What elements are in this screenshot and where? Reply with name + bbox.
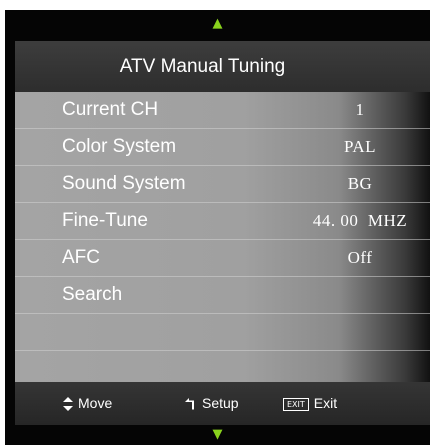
exit-hint[interactable]: EXIT Exit [283, 382, 337, 425]
move-label: Move [78, 395, 113, 411]
menu-item-value: PAL [343, 137, 377, 156]
arrow-up-icon[interactable]: ▲ [5, 12, 430, 36]
menu-item-color-system[interactable]: Color System PAL [15, 129, 430, 166]
menu-list: Current CH 1 Color System PAL Sound Syst… [15, 92, 430, 382]
menu-item-afc[interactable]: AFC Off [15, 240, 430, 277]
menu-item-label: Search [62, 284, 123, 305]
menu-item-fine-tune[interactable]: Fine-Tune 44. 00 MHZ [15, 203, 430, 240]
menu-item-value: BG [347, 174, 373, 193]
menu-item-value: 1 [355, 100, 365, 119]
menu-item-value: Off [347, 248, 373, 267]
move-updown-icon [63, 397, 73, 412]
key-hint-bar: Move Setup EXIT Exit [15, 382, 430, 425]
move-hint: Move [63, 382, 112, 425]
menu-item-sound-system[interactable]: Sound System BG [15, 166, 430, 203]
menu-item-label: Fine-Tune [62, 210, 148, 231]
menu-item-label: Sound System [62, 173, 186, 194]
exit-key-icon: EXIT [283, 397, 309, 411]
menu-title-bar: ATV Manual Tuning [15, 41, 430, 92]
setup-return-icon [185, 398, 197, 410]
menu-item-value [305, 277, 415, 313]
menu-item-value: 44. 00 MHZ [312, 211, 408, 230]
menu-item-current-ch[interactable]: Current CH 1 [15, 92, 430, 129]
exit-label: Exit [313, 395, 338, 411]
menu-item-search[interactable]: Search [15, 277, 430, 314]
osd-screen: ▲ ATV Manual Tuning Current CH 1 Color S… [5, 10, 430, 445]
menu-title: ATV Manual Tuning [119, 56, 286, 77]
arrow-down-icon[interactable]: ▼ [5, 425, 430, 445]
setup-label: Setup [202, 395, 239, 411]
menu-item-empty [15, 314, 430, 351]
menu-item-label: AFC [62, 247, 100, 268]
tuning-panel: ATV Manual Tuning Current CH 1 Color Sys… [15, 41, 430, 425]
menu-item-value [305, 314, 415, 350]
menu-item-label: Current CH [62, 99, 159, 120]
menu-item-label: Color System [62, 136, 177, 157]
setup-hint: Setup [185, 382, 239, 425]
